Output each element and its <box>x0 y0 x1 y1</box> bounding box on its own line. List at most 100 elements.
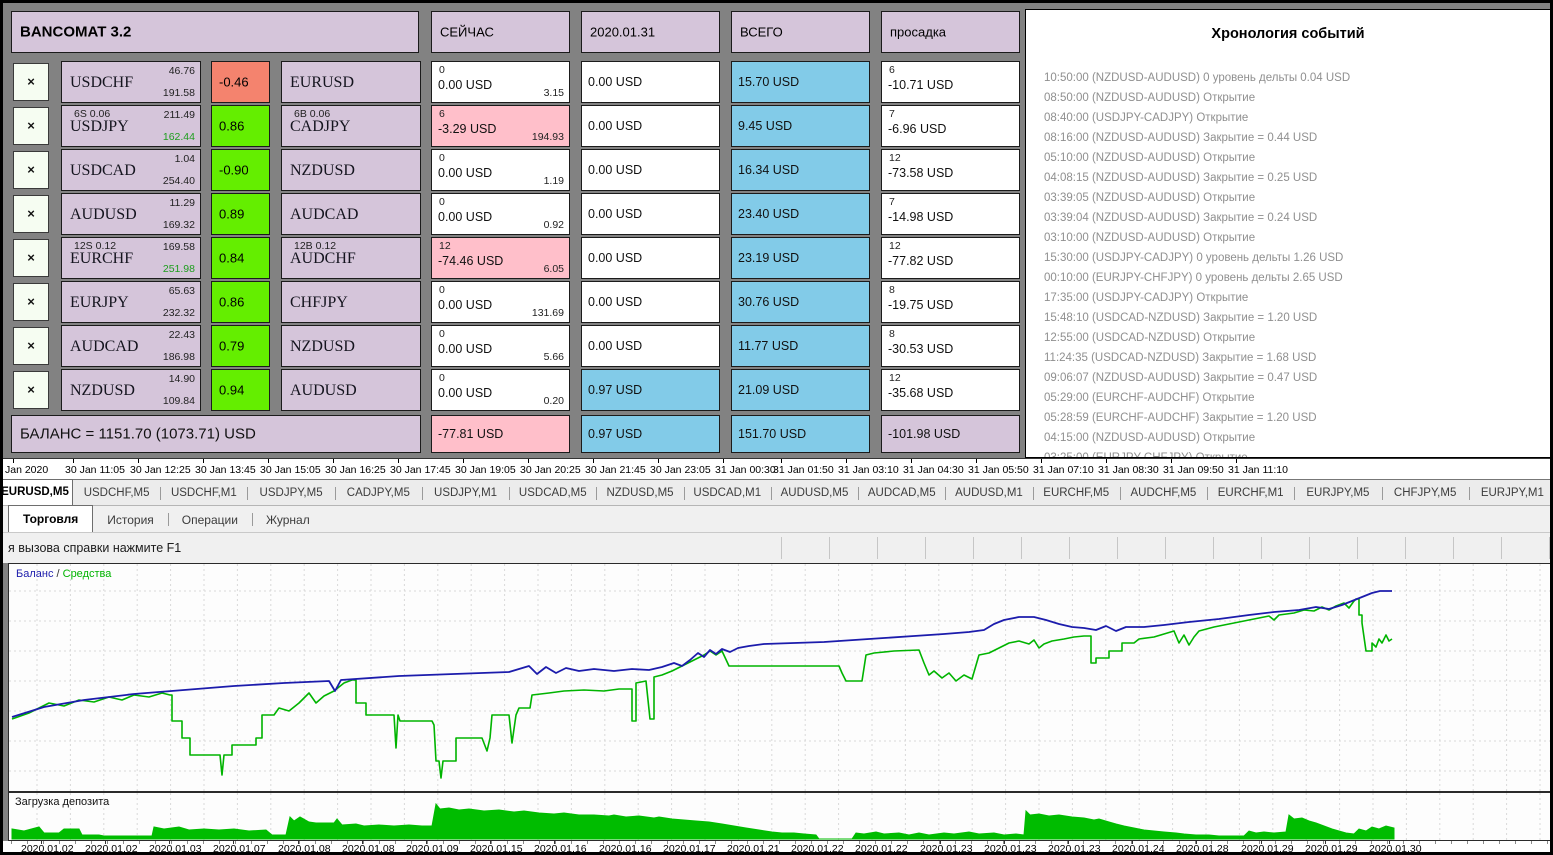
date-axis-tick <box>1307 841 1308 844</box>
chart-tab[interactable]: AUDCAD,M5 <box>858 482 945 505</box>
date-axis-tick <box>411 841 412 844</box>
time-axis-label: Jan 2020 <box>5 459 49 476</box>
balance-label: БАЛАНС = 1151.70 (1073.71) USD <box>20 425 256 443</box>
pair1-cell: 65.63 EURJPY 232.32 <box>61 281 201 323</box>
terminal-tab[interactable]: Операции <box>167 508 252 532</box>
date-axis-tick <box>219 841 220 844</box>
date-axis-tick <box>731 841 732 844</box>
chart-tab[interactable]: USDJPY,M5 <box>247 482 334 505</box>
date-axis-tick <box>363 841 364 844</box>
drawdown-count: 12 <box>889 372 901 384</box>
chart-legend: Баланс / Средства <box>16 568 111 580</box>
date-axis-tick <box>139 841 140 844</box>
pair1-bottom-value: 169.32 <box>162 219 195 231</box>
ruler-tick <box>1309 537 1310 559</box>
date-axis-label: 2020.01.30 <box>1369 841 1422 855</box>
chart-tab[interactable]: USDCAD,M5 <box>509 482 596 505</box>
date-axis-label: 2020.01.21 <box>727 841 780 855</box>
date-axis-tick <box>1115 841 1116 844</box>
chart-tab[interactable]: USDCHF,M5 <box>73 482 160 505</box>
terminal-tab[interactable]: Торговля <box>8 505 94 532</box>
terminal-tab[interactable]: История <box>93 508 168 532</box>
drawdown-value: -10.71 USD <box>888 78 954 92</box>
date-axis-tick <box>1387 841 1388 844</box>
date-axis-tick <box>1403 841 1404 844</box>
chart-tab[interactable]: EURCHF,M5 <box>1032 482 1120 505</box>
date-axis-tick <box>683 841 684 844</box>
terminal-tab[interactable]: Журнал <box>251 508 324 532</box>
date-axis-tick <box>1211 841 1212 844</box>
close-row-button[interactable]: × <box>13 107 49 145</box>
date-axis-tick <box>203 841 204 844</box>
table-row: × 65.63 EURJPY 232.32 0.86 CHFJPY 0 0.00… <box>3 281 1023 323</box>
drawdown-value: -14.98 USD <box>888 210 954 224</box>
drawdown-count: 8 <box>889 284 895 296</box>
time-axis-label: 30 Jan 13:45 <box>195 459 256 476</box>
date-axis-label: 2020.01.08 <box>342 841 395 855</box>
correlation-value: 0.94 <box>219 382 245 398</box>
total-pnl-cell: 15.70 USD <box>731 61 870 103</box>
drawdown-count: 7 <box>889 108 895 120</box>
date-axis-tick <box>1451 841 1452 844</box>
close-row-button[interactable]: × <box>13 195 49 233</box>
chart-tab[interactable]: USDJPY,M1 <box>421 482 509 505</box>
chart-tab[interactable]: EURCHF,M1 <box>1207 482 1294 505</box>
pair2-cell: AUDUSD <box>281 369 421 411</box>
date-axis-tick <box>555 841 556 844</box>
time-axis-label: 31 Jan 07:10 <box>1033 459 1094 476</box>
balance-drawdown-cell: -101.98 USD <box>881 415 1020 453</box>
panel-title: BANCOMAT 3.2 <box>20 23 132 41</box>
date-axis-tick <box>955 841 956 844</box>
pair1-symbol: USDJPY <box>70 118 129 136</box>
chart-tab[interactable]: CHFJPY,M5 <box>1381 482 1469 505</box>
date-axis-label: 2020.01.29 <box>1305 841 1358 855</box>
current-sub-value: 6.05 <box>543 263 564 275</box>
pair1-bottom-value: 109.84 <box>162 395 195 407</box>
time-axis-label: 30 Jan 16:25 <box>325 459 386 476</box>
close-row-button[interactable]: × <box>13 283 49 321</box>
date-axis-tick <box>347 841 348 844</box>
balance-current-cell: -77.81 USD <box>431 415 570 453</box>
date-axis-tick <box>1371 841 1372 844</box>
date-axis-tick <box>1147 841 1148 844</box>
date-axis-tick <box>427 841 428 844</box>
date-axis-tick <box>1131 841 1132 844</box>
chart-tab[interactable]: EURJPY,M5 <box>1294 482 1381 505</box>
day-pnl-cell: 0.00 USD <box>581 325 720 367</box>
date-axis-tick <box>619 841 620 844</box>
table-row: × 46.76 USDCHF 191.58 -0.46 EURUSD 0 0.0… <box>3 61 1023 103</box>
legend-separator: / <box>53 568 63 580</box>
pair2-symbol: NZDUSD <box>290 162 355 180</box>
chart-tab[interactable]: CADJPY,M5 <box>334 482 422 505</box>
current-pnl-cell: 0 0.00 USD 0.20 <box>431 369 570 411</box>
close-row-button[interactable]: × <box>13 371 49 409</box>
date-axis-tick <box>1323 841 1324 844</box>
close-row-button[interactable]: × <box>13 63 49 101</box>
chart-tab[interactable]: USDCHF,M1 <box>160 482 247 505</box>
chart-tab[interactable]: EURJPY,M1 <box>1468 482 1550 505</box>
chart-tab[interactable]: AUDCHF,M5 <box>1119 482 1207 505</box>
ruler-tick <box>1261 537 1262 559</box>
chart-tab[interactable]: USDCAD,M1 <box>683 482 771 505</box>
pair1-top-value: 46.76 <box>168 65 195 77</box>
chart-tab[interactable]: NZDUSD,M5 <box>596 482 683 505</box>
chart-tab[interactable]: AUDUSD,M5 <box>770 482 858 505</box>
current-trades-count: 0 <box>439 328 445 340</box>
drawdown-count: 12 <box>889 152 901 164</box>
date-axis-tick <box>1531 841 1532 844</box>
chart-tab[interactable]: EURUSD,M5 <box>3 479 73 505</box>
date-axis-tick <box>75 841 76 844</box>
balance-current-value: -77.81 USD <box>438 427 504 441</box>
correlation-value: -0.90 <box>219 162 249 178</box>
pair1-cell: 1.04 USDCAD 254.40 <box>61 149 201 191</box>
close-row-button[interactable]: × <box>13 327 49 365</box>
date-axis-tick <box>1195 841 1196 844</box>
close-row-button[interactable]: × <box>13 151 49 189</box>
close-row-button[interactable]: × <box>13 239 49 277</box>
event-line: 08:40:00 (USDJPY-CADJPY) Открытие <box>1044 112 1249 124</box>
time-axis-label: 31 Jan 03:10 <box>838 459 899 476</box>
chart-tab[interactable]: AUDUSD,M1 <box>945 482 1032 505</box>
pair1-bottom-value: 232.32 <box>162 307 195 319</box>
current-pnl-value: 0.00 USD <box>438 342 493 356</box>
date-axis-label: 2020.01.17 <box>663 841 716 855</box>
